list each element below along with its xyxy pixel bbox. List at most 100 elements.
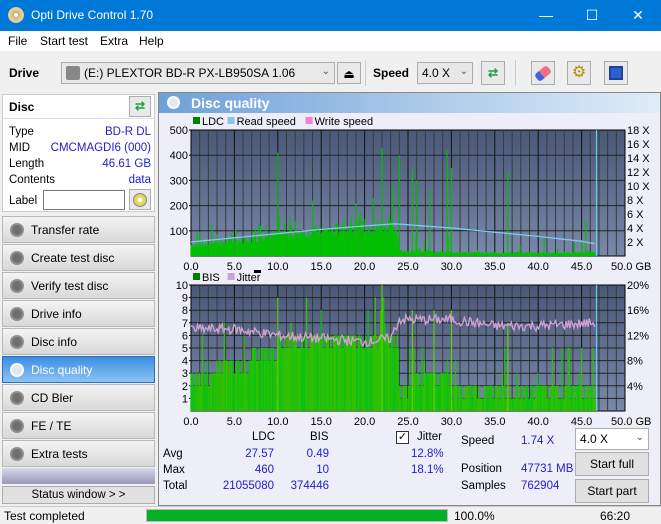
x-tick-label: 10.0 [267,261,288,273]
avg-label: Avg [163,448,183,460]
nav-drive-info[interactable]: Drive info [2,300,155,327]
nav-label: Disc info [31,335,78,349]
nav-label: Create test disc [31,251,115,265]
disc-icon [10,447,24,461]
y-tick-label: 1 [182,393,188,405]
x-tick-label: 20.0 [354,416,375,428]
y-tick-label: 4 [182,356,188,368]
nav-create-test-disc[interactable]: Create test disc [2,244,155,271]
start-part-button[interactable]: Start part [575,479,649,503]
disc-icon [10,279,24,293]
nav-fe-te[interactable]: FE / TE [2,412,155,439]
y-tick-label: 8 [182,305,188,317]
disc-refresh-button[interactable]: ⇄ [129,96,151,117]
nav-cd-bler[interactable]: CD Bler [2,384,155,411]
max-ldc: 460 [254,464,274,476]
x-tick-label: 45.0 [571,416,592,428]
start-full-button[interactable]: Start full [575,452,649,476]
disc-mid-label: MID [9,142,31,154]
menu-help[interactable]: Help [139,34,164,48]
legend-label-bis: BIS [202,272,220,284]
x-tick-label: 25.0 [397,261,418,273]
position-value: 47731 MB [521,463,574,475]
x-tick-label: 20.0 [354,261,375,273]
menu-bar: File Start test Extra Help [0,31,661,51]
progress-bar [146,509,448,522]
toolbar: Drive (E:) PLEXTOR BD-R PX-LB950SA 1.06 … [0,51,661,92]
disc-type-label: Type [9,126,34,138]
nav-extra-tests[interactable]: Extra tests [2,440,155,467]
progress-percent: 100.0% [454,509,495,523]
nav-transfer-rate[interactable]: Transfer rate [2,216,155,243]
toolbar-divider [515,60,516,86]
y-tick-label: 100 [170,226,188,238]
disc-quality-icon [167,96,180,109]
eraser-icon [533,64,553,83]
disc-length-value: 46.61 GB [102,158,151,170]
maximize-button[interactable]: ☐ [569,0,615,31]
legend-marker [254,270,261,273]
disc-label-input[interactable] [43,190,125,210]
minimize-button[interactable]: — [523,0,569,31]
settings-button[interactable]: ⚙ [567,61,591,85]
chevron-down-icon: ⌄ [635,432,644,443]
speed-value: 1.74 X [521,435,555,447]
col-ldc-header: LDC [252,431,276,443]
max-bis: 10 [316,464,329,476]
legend-label-ldc: LDC [202,116,224,128]
legend-swatch-ldc [193,117,200,124]
cd-icon [133,193,147,207]
floppy-disk-icon [609,66,623,80]
x-tick-label: 35.0 [484,416,505,428]
status-window-button[interactable]: Status window > > [2,486,155,504]
test-speed-select[interactable]: 4.0 X ⌄ [575,428,649,450]
drive-select[interactable]: (E:) PLEXTOR BD-R PX-LB950SA 1.06 ⌄ [61,62,335,84]
disc-type-value: BD-R DL [104,126,151,138]
y-tick-label: 9 [182,293,188,305]
close-button[interactable]: ✕ [615,0,661,31]
nav-disc-quality[interactable]: Disc quality [2,356,155,383]
eject-icon: ⏏ [343,67,355,81]
position-label: Position [461,463,502,475]
window-title: Opti Drive Control 1.70 [31,8,154,22]
y2-tick-label: 16% [627,305,649,317]
disc-quality-panel: Disc quality LDC Read speed Write speed 500… [158,92,661,506]
jitter-checkbox[interactable]: ✓ [396,431,409,444]
disc-label-button[interactable] [129,189,151,210]
max-jitter: 18.1% [411,464,444,476]
status-bar: Test completed 100.0% 66:20 [0,506,661,524]
chevron-down-icon: ⌄ [459,66,468,77]
max-label: Max [163,464,185,476]
nav-label: Verify test disc [31,279,109,293]
y-tick-label: 6 [182,330,188,342]
status-text: Test completed [4,509,85,523]
disc-type-row: Type BD-R DL [9,126,151,138]
legend-swatch-bis [193,273,200,280]
disc-mid-value: CMCMAGDI6 (000) [50,142,151,154]
save-button[interactable] [604,61,628,85]
disc-panel-title: Disc [9,100,35,114]
nav-label: FE / TE [31,419,72,433]
samples-value: 762904 [521,480,560,492]
menu-start-test[interactable]: Start test [40,34,88,48]
speed-select[interactable]: 4.0 X ⌄ [417,62,473,84]
x-tick-label: 35.0 [484,261,505,273]
nav-verify-test-disc[interactable]: Verify test disc [2,272,155,299]
nav-label: Transfer rate [31,223,100,237]
x-tick-label: 30.0 [441,261,462,273]
nav-disc-info[interactable]: Disc info [2,328,155,355]
disc-icon [10,307,24,321]
eject-button[interactable]: ⏏ [337,62,361,84]
erase-button[interactable] [531,61,555,85]
menu-file[interactable]: File [8,34,27,48]
refresh-button[interactable]: ⇄ [481,61,505,85]
x-tick-label: 0.0 [183,261,198,273]
speed-label: Speed [373,66,410,80]
x-tick-label: 15.0 [310,261,331,273]
total-bis: 374446 [290,480,329,492]
menu-extra[interactable]: Extra [100,34,128,48]
avg-bis: 0.49 [306,448,329,460]
x-tick-label: 40.0 [527,261,548,273]
chevron-down-icon: ⌄ [321,66,330,77]
y2-tick-label: 10 X [627,181,650,193]
